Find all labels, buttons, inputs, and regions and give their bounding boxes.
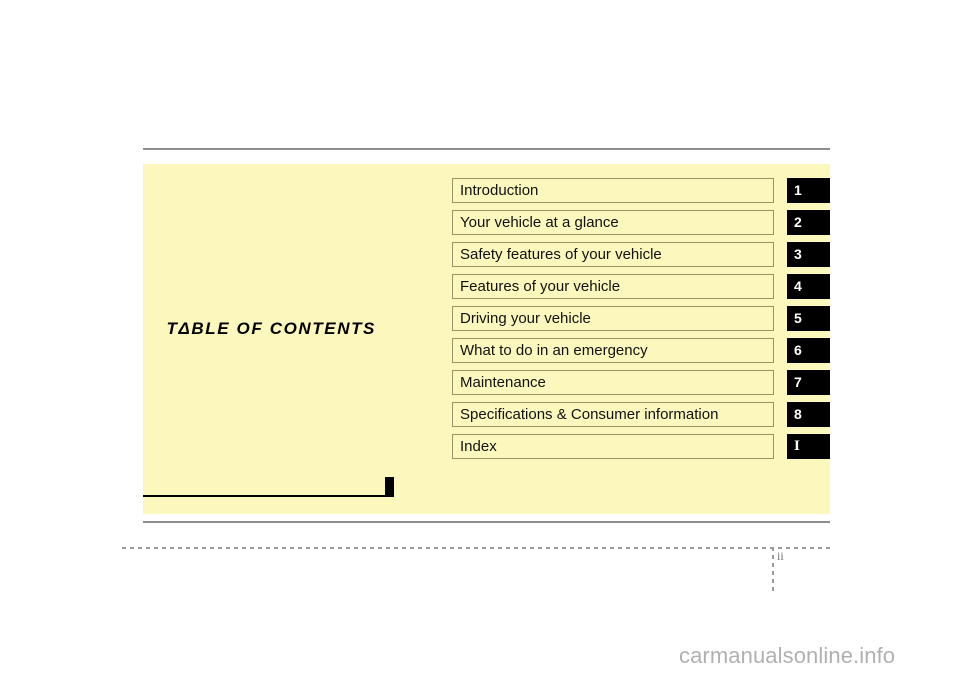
table-row[interactable]: Maintenance 7 bbox=[452, 370, 830, 395]
page-number: ii bbox=[777, 549, 784, 563]
toc-entry-badge[interactable]: 6 bbox=[787, 338, 830, 363]
toc-entry-label[interactable]: Index bbox=[452, 434, 774, 459]
table-row[interactable]: Driving your vehicle 5 bbox=[452, 306, 830, 331]
table-row[interactable]: Safety features of your vehicle 3 bbox=[452, 242, 830, 267]
toc-entry-label[interactable]: Features of your vehicle bbox=[452, 274, 774, 299]
toc-entry-label[interactable]: Safety features of your vehicle bbox=[452, 242, 774, 267]
bottom-rule bbox=[143, 521, 830, 523]
toc-entry-badge[interactable]: 8 bbox=[787, 402, 830, 427]
toc-entry-label[interactable]: Specifications & Consumer information bbox=[452, 402, 774, 427]
table-row[interactable]: Your vehicle at a glance 2 bbox=[452, 210, 830, 235]
page-title: TΔBLE OF CONTENTS bbox=[166, 319, 376, 338]
table-of-contents-heading: TΔBLE OF CONTENTS bbox=[143, 319, 395, 497]
heading-underline bbox=[143, 495, 394, 497]
toc-entry-badge[interactable]: 7 bbox=[787, 370, 830, 395]
table-row[interactable]: Features of your vehicle 4 bbox=[452, 274, 830, 299]
table-row[interactable]: Specifications & Consumer information 8 bbox=[452, 402, 830, 427]
toc-entry-label[interactable]: Driving your vehicle bbox=[452, 306, 774, 331]
toc-entry-label[interactable]: Your vehicle at a glance bbox=[452, 210, 774, 235]
footer-dotted-guide-vertical bbox=[772, 547, 774, 595]
footer-dotted-guide-horizontal bbox=[122, 547, 834, 549]
watermark: carmanualsonline.info bbox=[679, 643, 896, 668]
heading-marker-block bbox=[385, 477, 394, 495]
toc-entry-badge[interactable]: 2 bbox=[787, 210, 830, 235]
toc-entry-badge[interactable]: I bbox=[787, 434, 830, 459]
table-row[interactable]: Introduction 1 bbox=[452, 178, 830, 203]
toc-entry-label[interactable]: What to do in an emergency bbox=[452, 338, 774, 363]
toc-entry-badge[interactable]: 5 bbox=[787, 306, 830, 331]
table-row[interactable]: Index I bbox=[452, 434, 830, 459]
table-of-contents-panel: TΔBLE OF CONTENTS Introduction 1 Your ve… bbox=[143, 164, 830, 514]
top-rule bbox=[143, 148, 830, 150]
toc-entry-label[interactable]: Maintenance bbox=[452, 370, 774, 395]
table-of-contents-list: Introduction 1 Your vehicle at a glance … bbox=[452, 178, 830, 459]
toc-entry-badge[interactable]: 3 bbox=[787, 242, 830, 267]
table-row[interactable]: What to do in an emergency 6 bbox=[452, 338, 830, 363]
toc-entry-label[interactable]: Introduction bbox=[452, 178, 774, 203]
toc-entry-badge[interactable]: 4 bbox=[787, 274, 830, 299]
toc-entry-badge[interactable]: 1 bbox=[787, 178, 830, 203]
